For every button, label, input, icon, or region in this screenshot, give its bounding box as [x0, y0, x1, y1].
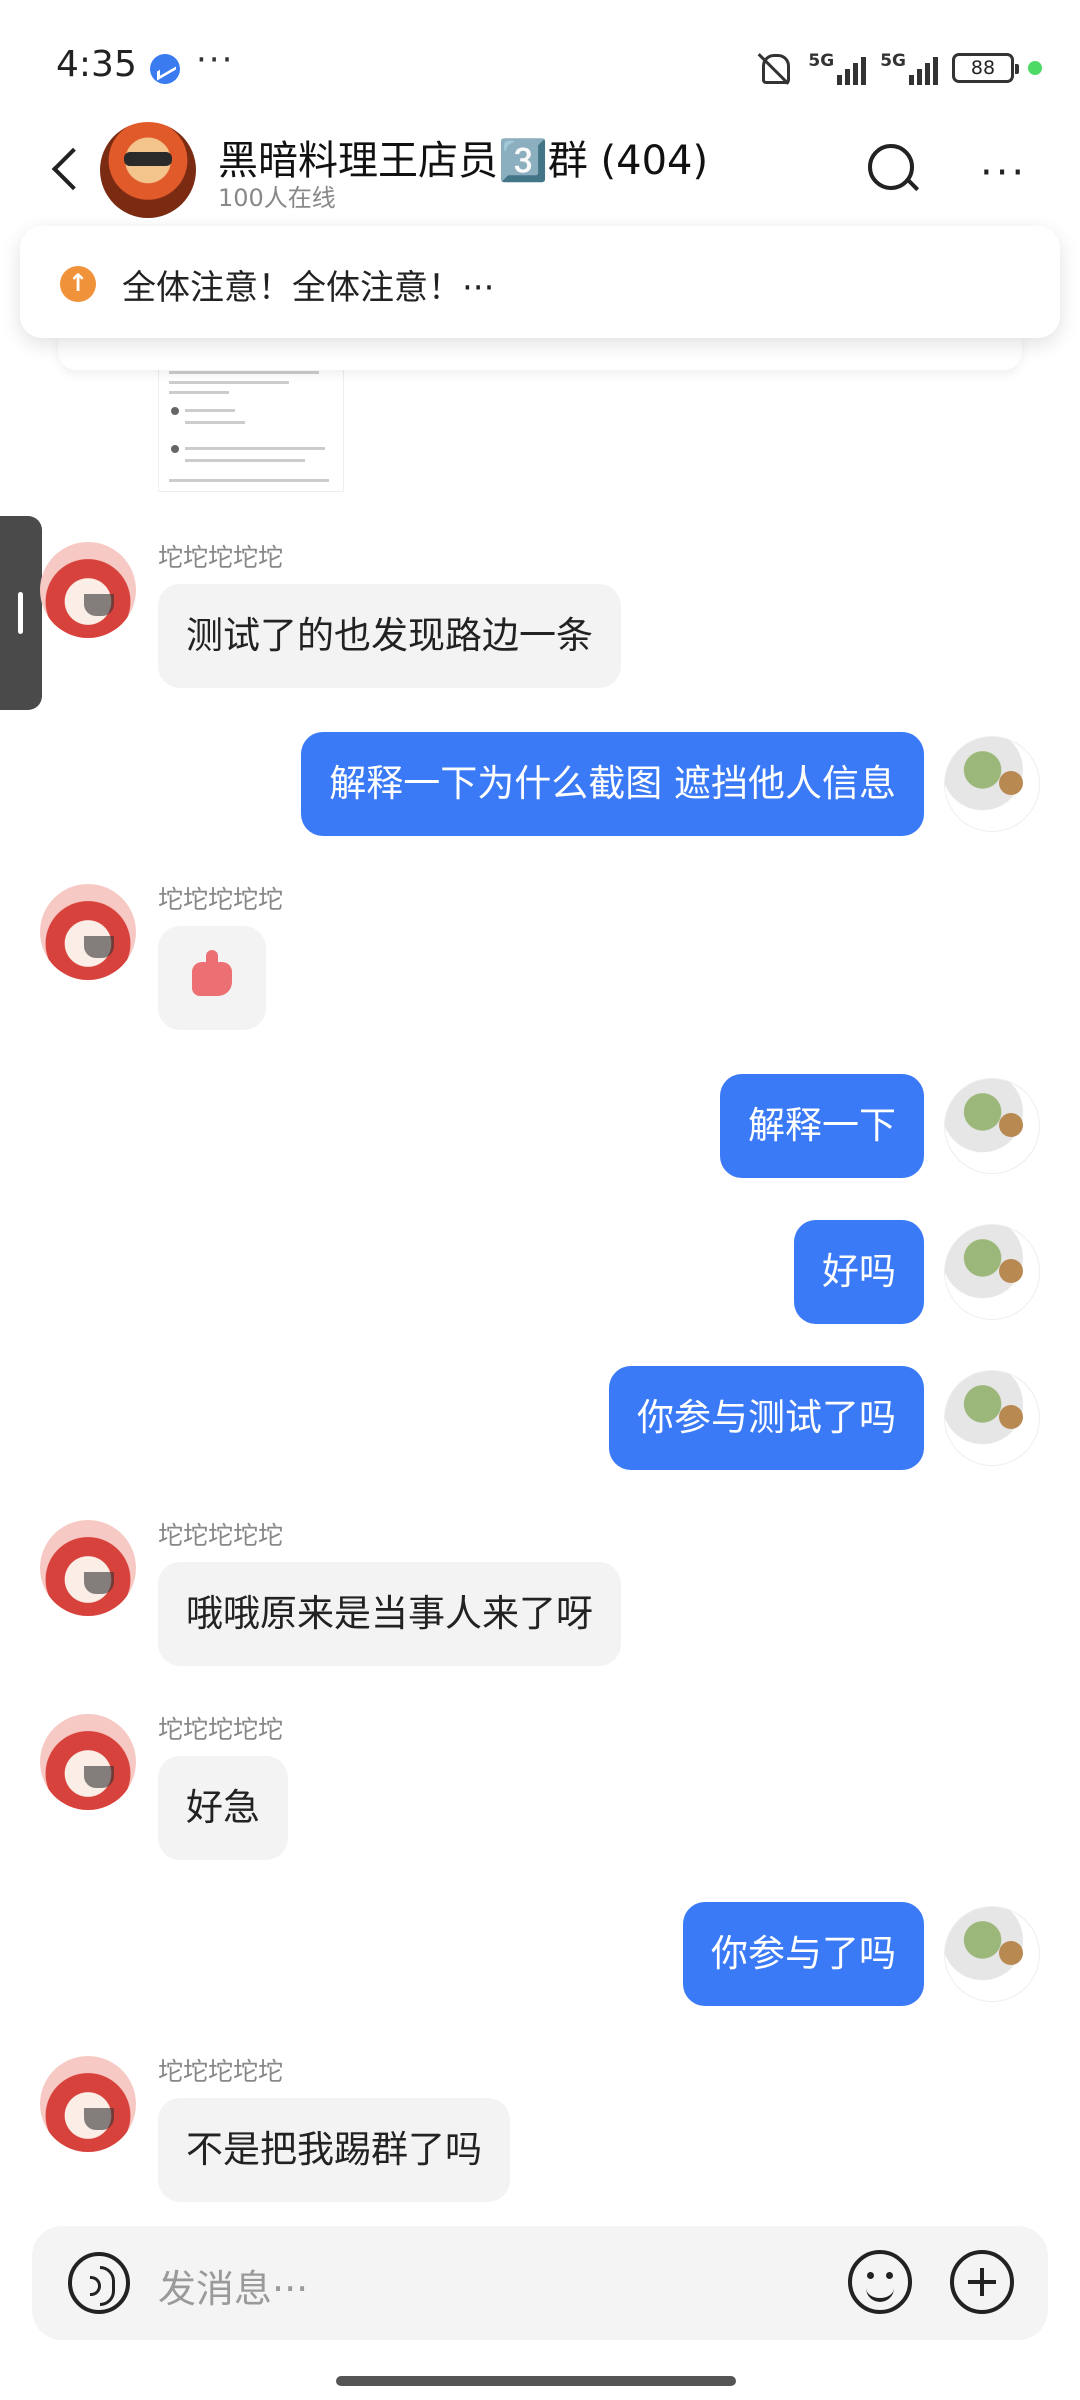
- outgoing-message-bubble[interactable]: 你参与了吗: [683, 1902, 924, 2006]
- incoming-message-bubble[interactable]: 好急: [158, 1756, 288, 1860]
- side-panel-handle[interactable]: [0, 516, 42, 710]
- signal-icon-sim1: 5G: [808, 51, 867, 85]
- sender-name: 坨坨坨坨坨: [158, 1715, 284, 1744]
- signal-bar: [933, 57, 938, 85]
- signal-bar: [909, 75, 914, 85]
- thumbnail-avatar-dot: [171, 407, 179, 415]
- sender-avatar[interactable]: [40, 1520, 136, 1616]
- thumbnail-avatar-dot: [171, 445, 179, 453]
- my-avatar[interactable]: [944, 736, 1040, 832]
- thumbnail-text-line: [169, 371, 319, 374]
- more-options-icon[interactable]: ···: [980, 150, 1027, 196]
- add-attachment-icon[interactable]: [950, 2250, 1014, 2314]
- privacy-indicator-dot: [1028, 61, 1042, 75]
- back-arrow-icon[interactable]: [46, 146, 82, 194]
- incoming-message-bubble[interactable]: 测试了的也发现路边一条: [158, 584, 621, 688]
- sender-name: 坨坨坨坨坨: [158, 2057, 284, 2086]
- thumbnail-text-line: [169, 391, 229, 394]
- signal-bar: [925, 63, 930, 85]
- my-avatar[interactable]: [944, 1078, 1040, 1174]
- sender-name: 坨坨坨坨坨: [158, 543, 284, 572]
- thumbnail-text-line: [185, 421, 245, 424]
- battery-icon: 88: [952, 53, 1019, 83]
- message-input[interactable]: 发消息···: [158, 2258, 308, 2313]
- status-icons: 5G 5G 88: [754, 50, 1042, 86]
- outgoing-message-bubble[interactable]: 好吗: [794, 1220, 924, 1324]
- search-icon[interactable]: [864, 140, 922, 198]
- sender-name: 坨坨坨坨坨: [158, 1521, 284, 1550]
- outgoing-message-bubble[interactable]: 解释一下为什么截图 遮挡他人信息: [301, 732, 924, 836]
- incoming-message-bubble[interactable]: 不是把我踢群了吗: [158, 2098, 510, 2202]
- message-input-bar: 发消息···: [32, 2226, 1048, 2340]
- more-notifications-indicator: ···: [196, 40, 235, 80]
- thumbnail-text-line: [185, 459, 305, 462]
- thumbnail-text-line: [185, 447, 325, 450]
- signal-bar: [845, 69, 851, 85]
- group-avatar[interactable]: [100, 122, 196, 218]
- signal-bar: [861, 57, 867, 85]
- announcement-arrow-icon: ↑: [60, 266, 96, 302]
- home-indicator[interactable]: [336, 2376, 736, 2386]
- chat-header: 黑暗料理王店员3️⃣群 (404) 100人在线 ···: [0, 110, 1080, 230]
- announcement-banner[interactable]: ↑ 全体注意！全体注意！···: [20, 226, 1060, 338]
- mute-icon: [754, 50, 794, 86]
- signal-bar: [837, 75, 843, 85]
- messenger-notification-icon: [150, 54, 180, 84]
- outgoing-message-bubble[interactable]: 解释一下: [720, 1074, 924, 1178]
- my-avatar[interactable]: [944, 1370, 1040, 1466]
- signal-icon-sim2: 5G: [880, 51, 938, 85]
- signal-bar: [853, 63, 859, 85]
- sender-avatar[interactable]: [40, 542, 136, 638]
- image-message-thumbnail[interactable]: [158, 362, 344, 492]
- thumbnail-text-line: [169, 381, 289, 384]
- my-avatar[interactable]: [944, 1224, 1040, 1320]
- online-count: 100人在线: [218, 184, 336, 212]
- sender-avatar[interactable]: [40, 884, 136, 980]
- network-type-label: 5G: [808, 51, 835, 71]
- thumbnail-text-line: [185, 409, 235, 412]
- status-time: 4:35: [56, 44, 137, 85]
- signal-bar: [917, 69, 922, 85]
- announcement-text: 全体注意！全体注意！···: [122, 268, 495, 308]
- emoji-picker-icon[interactable]: [848, 2250, 912, 2314]
- thumbs-up-icon: [192, 950, 232, 996]
- my-avatar[interactable]: [944, 1906, 1040, 2002]
- thumbnail-text-line: [169, 479, 329, 482]
- sender-avatar[interactable]: [40, 2056, 136, 2152]
- sender-name: 坨坨坨坨坨: [158, 885, 284, 914]
- incoming-emoji-bubble[interactable]: [158, 926, 266, 1030]
- voice-input-icon[interactable]: [68, 2252, 130, 2314]
- outgoing-message-bubble[interactable]: 你参与测试了吗: [609, 1366, 924, 1470]
- incoming-message-bubble[interactable]: 哦哦原来是当事人来了呀: [158, 1562, 621, 1666]
- network-type-label: 5G: [880, 51, 906, 71]
- status-bar: 4:35 ··· 5G 5G 88: [0, 0, 1080, 110]
- sender-avatar[interactable]: [40, 1714, 136, 1810]
